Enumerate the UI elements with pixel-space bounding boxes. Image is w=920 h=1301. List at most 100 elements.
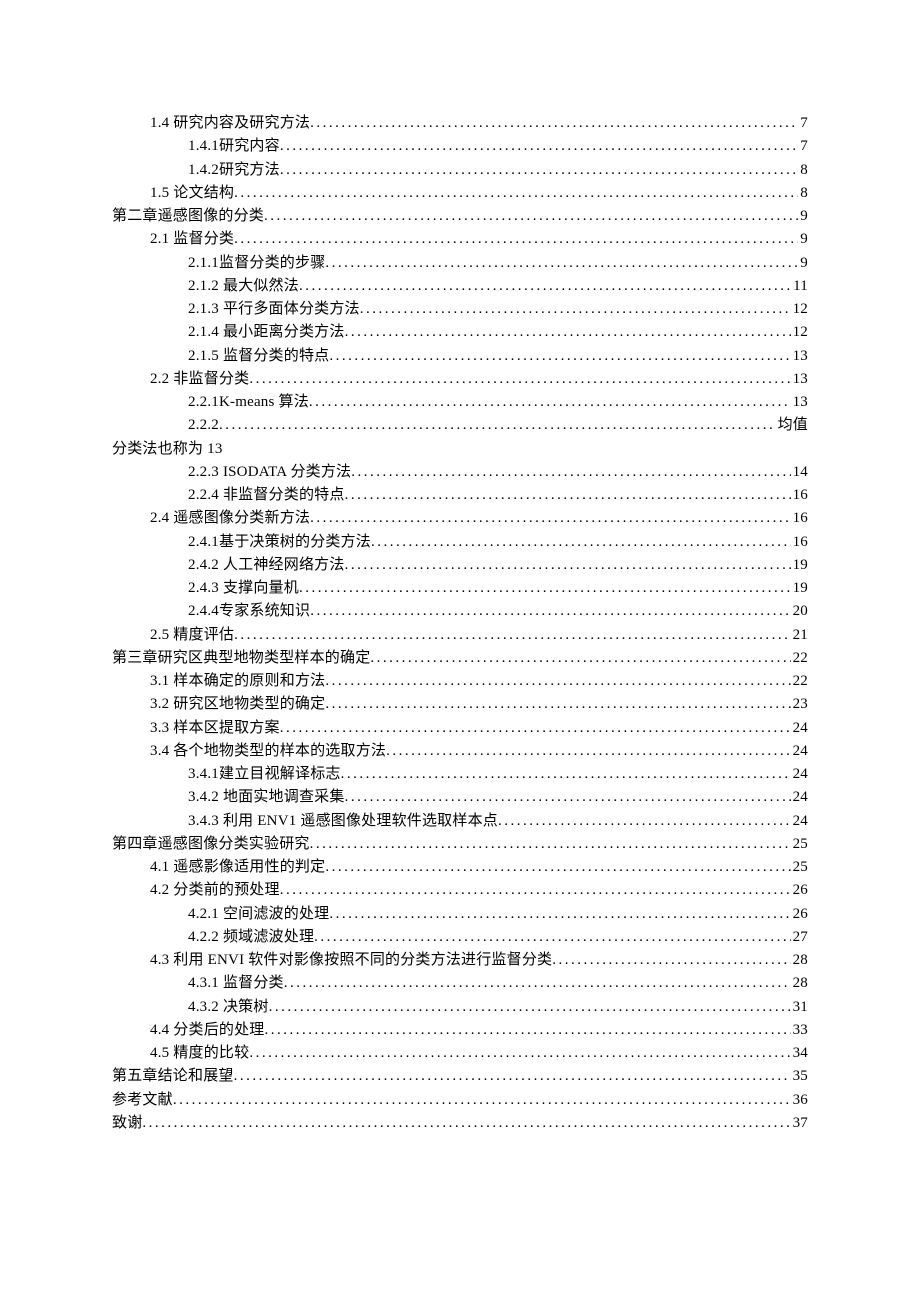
toc-dot-leader [371,531,791,554]
toc-entry: 2.1.4 最小距离分类方法 12 [112,321,808,344]
toc-dot-leader [325,252,798,275]
toc-dot-leader [234,182,798,205]
toc-entry-label: 4.2.2 频域滤波处理 [188,926,314,949]
toc-page-number: 8 [798,182,808,205]
toc-dot-leader [234,1065,791,1088]
toc-page-number: 20 [791,600,808,623]
toc-dot-leader [370,647,790,670]
toc-dot-leader [345,321,791,344]
toc-entry: 分类法也称为 13 [112,438,808,461]
toc-entry: 3.4 各个地物类型的样本的选取方法24 [112,740,808,763]
toc-page-number: 26 [791,903,808,926]
toc-page-number: 19 [791,577,808,600]
toc-entry-label: 2.1.1监督分类的步骤 [188,252,325,275]
toc-entry-label: 1.5 论文结构 [150,182,234,205]
toc-page-number: 12 [791,321,808,344]
toc-entry: 3.2 研究区地物类型的确定23 [112,693,808,716]
toc-page-number: 11 [791,275,808,298]
toc-entry-label: 2.2.3 ISODATA 分类方法 [188,461,351,484]
toc-dot-leader [265,1019,791,1042]
toc-entry-label: 第四章遥感图像分类实验研究 [112,833,310,856]
toc-entry: 2.4.2 人工神经网络方法19 [112,554,808,577]
toc-page-number: 9 [798,228,808,251]
toc-dot-leader [173,1089,791,1112]
toc-entry-label: 3.3 样本区提取方案 [150,717,280,740]
toc-page-number: 21 [791,624,808,647]
toc-entry: 2.4.1基于决策树的分类方法16 [112,531,808,554]
toc-dot-leader [280,717,791,740]
toc-entry-label: 2.4 遥感图像分类新方法 [150,507,310,530]
toc-dot-leader [341,763,791,786]
toc-entry-label: 第三章研究区典型地物类型样本的确定 [112,647,370,670]
toc-entry: 2.2.2均值 [112,414,808,437]
toc-dot-leader [345,554,791,577]
toc-dot-leader [280,159,798,182]
toc-page-number: 24 [791,763,808,786]
toc-dot-leader [351,461,790,484]
toc-entry: 2.2.3 ISODATA 分类方法14 [112,461,808,484]
toc-entry-label: 参考文献 [112,1089,173,1112]
toc-page-number: 24 [791,740,808,763]
toc-entry-label: 1.4 研究内容及研究方法 [150,112,310,135]
toc-page-number: 23 [791,693,808,716]
toc-page-number: 34 [791,1042,808,1065]
toc-entry: 4.3.1 监督分类28 [112,972,808,995]
toc-page-number: 9 [798,205,808,228]
toc-entry: 3.4.3 利用 ENV1 遥感图像处理软件选取样本点 24 [112,810,808,833]
toc-entry: 2.1.2 最大似然法11 [112,275,808,298]
toc-dot-leader [325,693,790,716]
toc-dot-leader [234,624,790,647]
toc-page-number: 35 [791,1065,808,1088]
toc-entry: 致谢 37 [112,1112,808,1135]
toc-entry-label: 1.4.2研究方法 [188,159,280,182]
toc-page-number: 22 [791,647,808,670]
toc-dot-leader [284,972,791,995]
toc-dot-leader [552,949,790,972]
toc-dot-leader [280,135,798,158]
toc-dot-leader [329,345,790,368]
toc-entry-label: 2.4.2 人工神经网络方法 [188,554,345,577]
toc-entry: 2.4.3 支撑向量机19 [112,577,808,600]
toc-dot-leader [299,577,791,600]
toc-page-number: 37 [791,1112,808,1135]
toc-dot-leader [345,786,791,809]
toc-entry: 3.3 样本区提取方案24 [112,717,808,740]
toc-entry-label: 2.2.4 非监督分类的特点 [188,484,345,507]
toc-page-number: 16 [791,484,808,507]
toc-dot-leader [329,903,790,926]
toc-entry: 1.4.2研究方法 8 [112,159,808,182]
toc-dot-leader [325,856,790,879]
toc-page-number: 9 [798,252,808,275]
toc-entry: 1.4 研究内容及研究方法7 [112,112,808,135]
toc-entry: 3.4.2 地面实地调查采集24 [112,786,808,809]
toc-entry-label: 2.1 监督分类 [150,228,234,251]
toc-page-number: 8 [798,159,808,182]
toc-entry: 2.1.1监督分类的步骤 9 [112,252,808,275]
toc-page-number: 24 [791,810,808,833]
toc-entry-label: 2.5 精度评估 [150,624,234,647]
toc-entry-label: 2.2.2 [188,414,219,437]
document-page: 1.4 研究内容及研究方法71.4.1研究内容71.4.2研究方法81.5 论文… [0,0,920,1301]
toc-dot-leader [310,833,791,856]
toc-entry-label: 3.4.1建立目视解译标志 [188,763,341,786]
toc-page-number: 12 [791,298,808,321]
toc-entry: 4.4 分类后的处理33 [112,1019,808,1042]
toc-entry-label: 致谢 [112,1112,142,1135]
toc-entry-label: 第二章遥感图像的分类 [112,205,264,228]
toc-entry: 第五章结论和展望35 [112,1065,808,1088]
toc-page-number: 26 [791,879,808,902]
toc-entry-label: 4.5 精度的比较 [150,1042,249,1065]
toc-dot-leader [310,600,790,623]
toc-entry: 3.4.1建立目视解译标志 24 [112,763,808,786]
toc-entry: 参考文献36 [112,1089,808,1112]
toc-entry-label: 2.1.4 最小距离分类方法 [188,321,345,344]
toc-entry-label: 3.4.3 利用 ENV1 遥感图像处理软件选取样本点 [188,810,498,833]
toc-entry-label: 4.2.1 空间滤波的处理 [188,903,329,926]
toc-page-number: 13 [791,391,808,414]
toc-page-number: 31 [791,996,808,1019]
toc-page-number: 25 [791,856,808,879]
toc-dot-leader [498,810,791,833]
toc-page-number: 22 [791,670,808,693]
toc-dot-leader [310,112,798,135]
toc-entry: 4.3.2 决策树31 [112,996,808,1019]
